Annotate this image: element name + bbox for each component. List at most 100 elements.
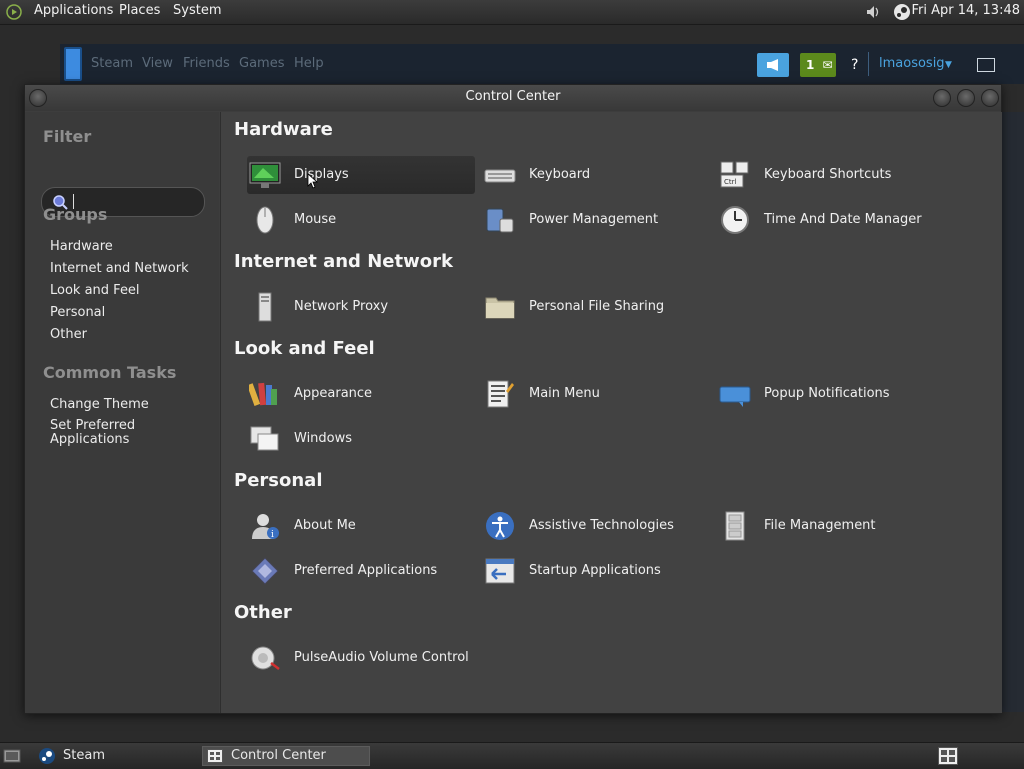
item-label: File Management [764,518,876,533]
item-keyboard[interactable]: Keyboard [482,156,710,194]
steam-window-edge [1000,112,1024,712]
folder-share-icon [485,297,515,319]
steam-menu-view[interactable]: View [142,56,173,71]
group-hardware[interactable]: Hardware [50,239,113,254]
volume-icon [251,646,280,670]
envelope-icon: ✉ [822,58,833,72]
group-other[interactable]: Other [50,327,87,342]
task-control-center[interactable]: Control Center [202,746,370,766]
item-pulseaudio-volume-control[interactable]: PulseAudio Volume Control [247,639,475,677]
title-bar[interactable]: Control Center [25,85,1001,111]
svg-text:i: i [271,530,274,540]
section-look-and-feel: Look and Feel [234,338,375,359]
group-personal[interactable]: Personal [50,305,105,320]
item-label: Personal File Sharing [529,299,665,314]
item-appearance[interactable]: Appearance [247,375,475,413]
item-preferred-applications[interactable]: Preferred Applications [247,552,475,590]
maximize-button[interactable] [957,89,975,107]
steam-window: Steam View Friends Games Help 1 ✉ ? lmao… [60,44,1024,84]
applications-menu-icon[interactable] [6,4,22,20]
chevron-down-icon[interactable]: ▼ [945,60,952,70]
keyboard-icon [484,169,516,183]
workspace-switcher-icon[interactable] [938,747,958,765]
task-set-preferred-applications[interactable]: Set Preferred Applications [50,419,160,447]
item-startup-applications[interactable]: Startup Applications [482,552,710,590]
section-other: Other [234,602,292,623]
item-label: Windows [294,431,353,446]
network-proxy-icon [258,292,272,322]
item-label: Startup Applications [529,563,661,578]
file-cabinet-icon [725,511,745,541]
appearance-icon [249,382,277,406]
task-change-theme[interactable]: Change Theme [50,397,149,412]
item-label: Preferred Applications [294,563,438,578]
item-mouse[interactable]: Mouse [247,201,475,239]
accessibility-icon [486,512,514,540]
clock[interactable]: Fri Apr 14, 13:48 [911,3,1020,18]
megaphone-icon [767,59,778,71]
task-label: Control Center [231,748,326,763]
group-look-and-feel[interactable]: Look and Feel [50,283,140,298]
svg-text:Ctrl: Ctrl [724,178,737,186]
groups-heading: Groups [43,205,108,224]
steam-icon [39,748,55,764]
item-label: Displays [294,167,349,182]
notification-count: 1 [806,58,815,72]
control-center-icon [207,749,223,763]
steam-tray-icon[interactable] [893,3,911,21]
item-label: Mouse [294,212,337,227]
item-label: Keyboard [529,167,591,182]
item-file-management[interactable]: File Management [717,507,945,545]
about-me-icon: i [252,514,279,540]
close-button[interactable] [981,89,999,107]
item-network-proxy[interactable]: Network Proxy [247,288,475,326]
section-internet-and-network: Internet and Network [234,251,453,272]
item-label: PulseAudio Volume Control [294,650,469,665]
window-menu-button[interactable] [29,89,47,107]
item-keyboard-shortcuts[interactable]: Ctrl Keyboard Shortcuts [717,156,945,194]
control-center-window: Control Center Filter Groups Hardware In… [24,84,1002,714]
steam-logo-icon [64,47,82,81]
item-label: About Me [294,518,356,533]
item-label: Keyboard Shortcuts [764,167,892,182]
top-panel: Applications Places System Fri Apr 14, 1… [0,0,1024,25]
power-icon [486,208,514,233]
windows-icon [250,426,279,451]
menu-applications[interactable]: Applications [34,3,113,18]
item-displays[interactable]: Displays [247,156,475,194]
content-panel: Hardware Displays Keyboard Ctrl Keyboard… [220,112,1002,713]
task-steam[interactable]: Steam [34,746,194,766]
item-about-me[interactable]: i About Me [247,507,475,545]
minimize-button[interactable] [933,89,951,107]
steam-menu-friends[interactable]: Friends [183,56,230,71]
item-windows[interactable]: Windows [247,420,475,458]
item-power-management[interactable]: Power Management [482,201,710,239]
item-label: Main Menu [529,386,600,401]
common-tasks-heading: Common Tasks [43,363,177,382]
steam-username[interactable]: lmaososig [879,56,945,71]
show-desktop-icon[interactable] [3,748,21,764]
menu-places[interactable]: Places [119,3,160,18]
item-popup-notifications[interactable]: Popup Notifications [717,375,945,413]
item-personal-file-sharing[interactable]: Personal File Sharing [482,288,710,326]
group-internet-and-network[interactable]: Internet and Network [50,261,189,276]
item-main-menu[interactable]: Main Menu [482,375,710,413]
announcements-button[interactable] [757,53,789,77]
menu-system[interactable]: System [173,3,221,18]
item-time-and-date-manager[interactable]: Time And Date Manager [717,201,945,239]
steam-menu-games[interactable]: Games [239,56,284,71]
notifications-button[interactable]: 1 ✉ [800,53,836,77]
startup-icon [485,558,515,584]
task-label: Steam [63,748,105,763]
fullscreen-icon[interactable] [977,58,995,72]
section-hardware: Hardware [234,119,333,140]
volume-icon[interactable] [864,3,882,21]
item-assistive-technologies[interactable]: Assistive Technologies [482,507,710,545]
notification-icon [719,386,751,407]
item-label: Network Proxy [294,299,389,314]
preferred-apps-icon [251,557,279,585]
steam-menu-steam[interactable]: Steam [91,56,133,71]
steam-help-button[interactable]: ? [851,57,858,73]
steam-menu-help[interactable]: Help [294,56,324,71]
item-label: Time And Date Manager [764,212,922,227]
